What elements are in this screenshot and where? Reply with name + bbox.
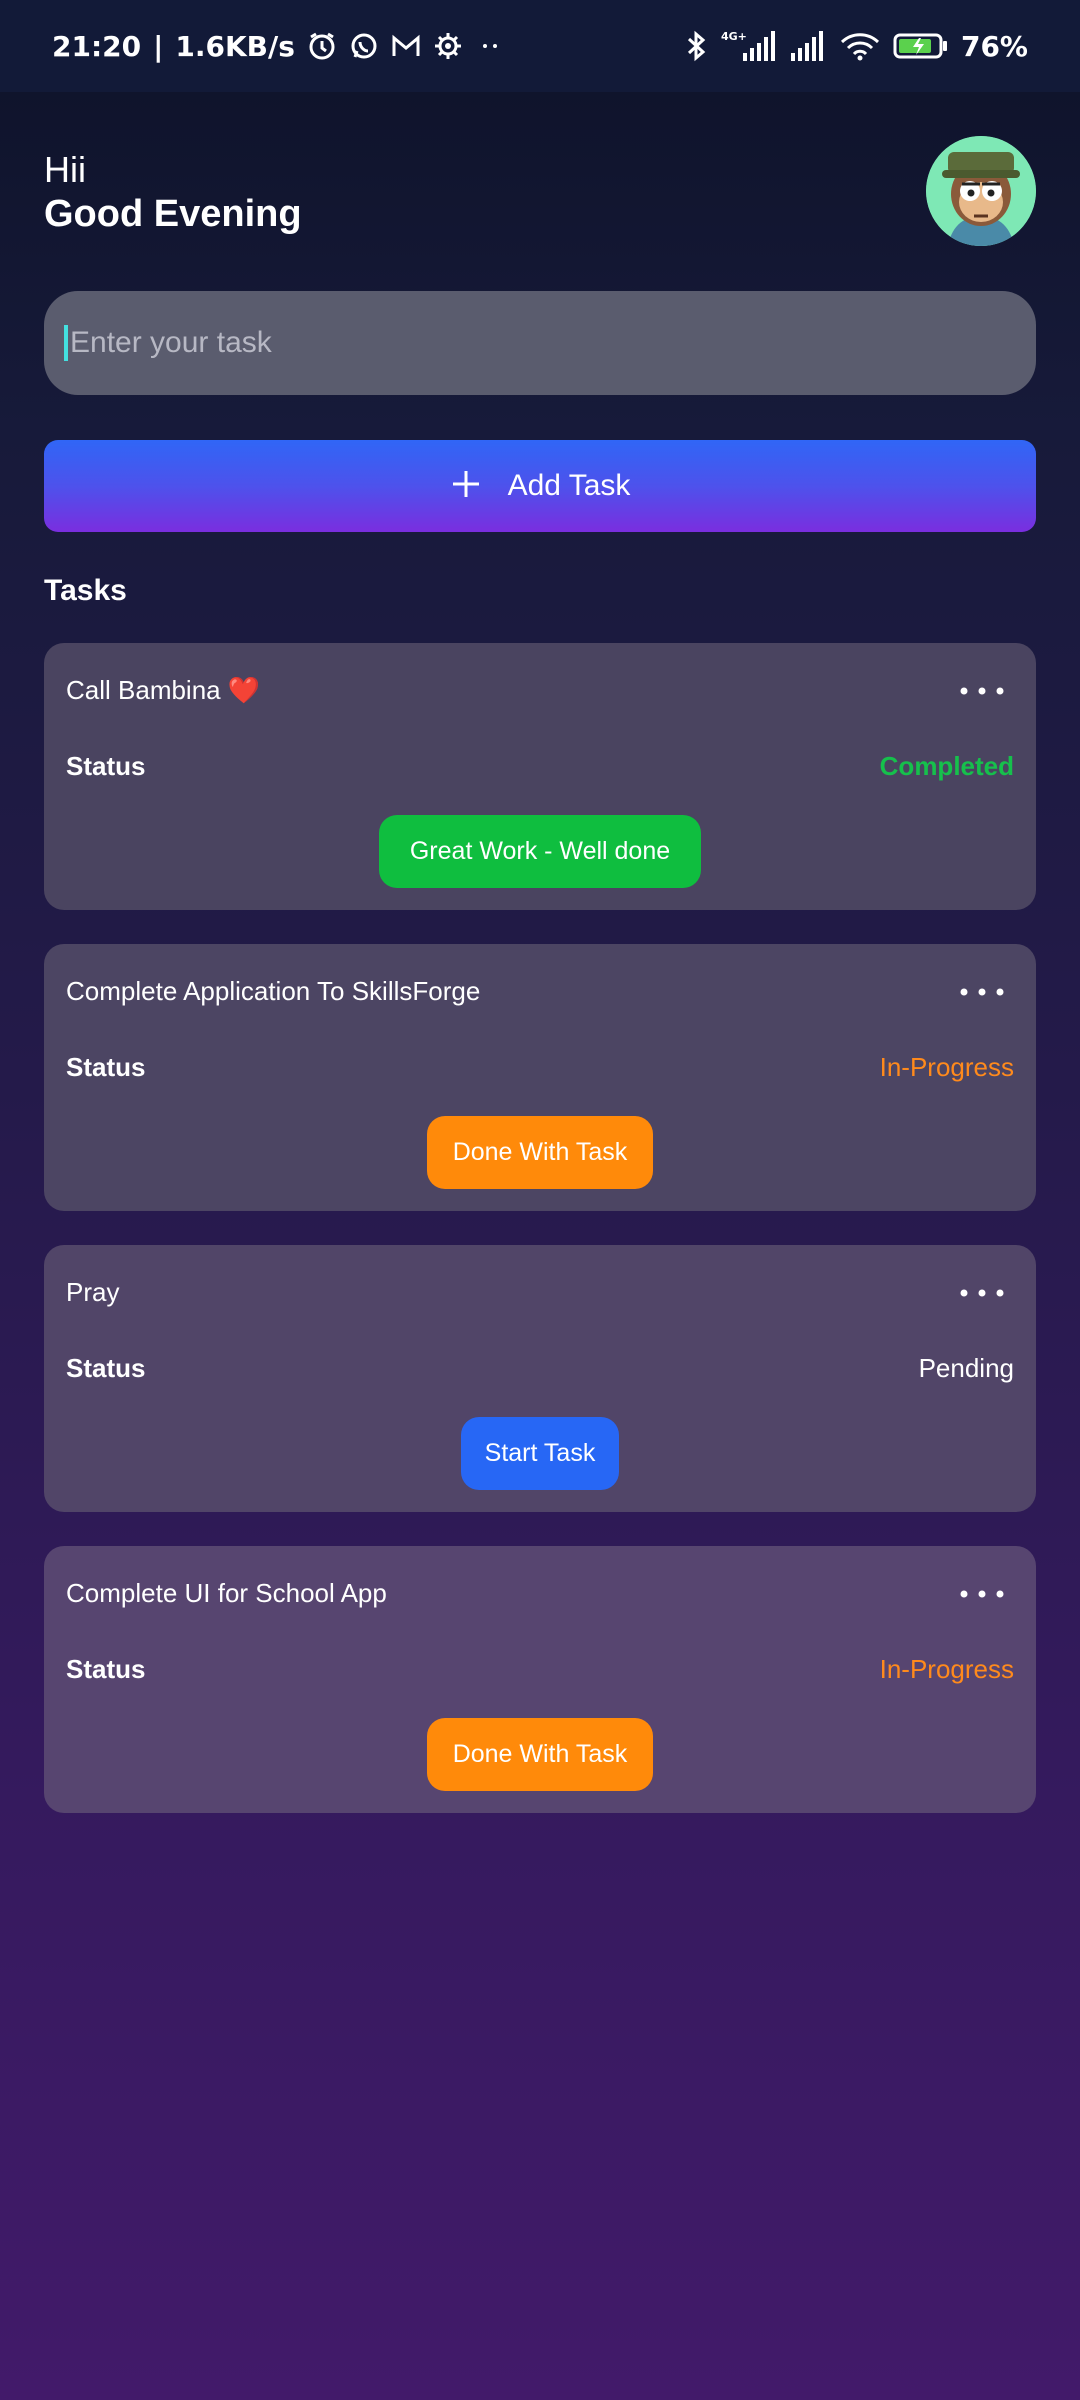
status-bar-right: 4G+ 76% (685, 26, 1028, 66)
add-task-label: Add Task (507, 469, 631, 502)
greeting-hi: Hii (44, 149, 86, 190)
status-value: In-Progress (879, 1654, 1014, 1684)
more-options-icon[interactable] (958, 980, 1006, 1004)
task-title: Complete UI for School App (66, 1578, 387, 1608)
tasks-heading: Tasks (44, 574, 127, 607)
task-title: Complete Application To SkillsForge (66, 976, 481, 1006)
status-label: Status (66, 1052, 146, 1082)
battery-icon (893, 26, 949, 66)
status-label: Status (66, 751, 146, 781)
task-card: Complete UI for School App Status In-Pro… (44, 1546, 1036, 1813)
text-caret (64, 325, 68, 361)
add-task-button[interactable]: Add Task (44, 440, 1036, 532)
greeting: Hii Good Evening (44, 148, 302, 236)
task-title: Pray (66, 1277, 120, 1307)
network-speed: 1.6KB/s (175, 29, 295, 63)
more-options-icon[interactable] (958, 679, 1006, 703)
plus-icon (450, 468, 482, 505)
whatsapp-icon (349, 26, 379, 66)
gmail-icon (391, 26, 421, 66)
wifi-icon (839, 26, 881, 66)
signal-icon (787, 26, 827, 66)
task-card: Complete Application To SkillsForge Stat… (44, 944, 1036, 1211)
clock: 21:20 (52, 29, 142, 63)
monkey-avatar-icon (926, 136, 1036, 246)
status-label: Status (66, 1353, 146, 1383)
more-icon (475, 26, 505, 66)
bluetooth-icon (685, 26, 707, 66)
task-title: Call Bambina ❤️ (66, 675, 261, 705)
more-options-icon[interactable] (958, 1281, 1006, 1305)
status-bar: 21:20 | 1.6KB/s 4G+ 76% (0, 0, 1080, 92)
done-with-task-button[interactable]: Done With Task (427, 1116, 653, 1189)
start-task-button[interactable]: Start Task (461, 1417, 619, 1490)
status-value: Pending (918, 1353, 1014, 1383)
greeting-time-of-day: Good Evening (44, 193, 302, 235)
svg-text:4G+: 4G+ (721, 30, 747, 43)
great-work-button[interactable]: Great Work - Well done (379, 815, 701, 888)
task-card: Pray Status Pending Start Task (44, 1245, 1036, 1512)
signal-icon: 4G+ (719, 26, 775, 66)
status-bar-left: 21:20 | 1.6KB/s (52, 26, 505, 66)
task-input[interactable]: Enter your task (44, 291, 1036, 395)
status-value: Completed (879, 751, 1014, 781)
task-card: Call Bambina ❤️ Status Completed Great W… (44, 643, 1036, 910)
alarm-icon (307, 26, 337, 66)
status-value: In-Progress (879, 1052, 1014, 1082)
more-options-icon[interactable] (958, 1582, 1006, 1606)
divider: | (153, 29, 164, 63)
task-input-placeholder: Enter your task (70, 326, 272, 359)
avatar[interactable] (926, 136, 1036, 246)
status-label: Status (66, 1654, 146, 1684)
done-with-task-button[interactable]: Done With Task (427, 1718, 653, 1791)
battery-percent: 76% (960, 29, 1028, 63)
settings-icon (433, 26, 463, 66)
